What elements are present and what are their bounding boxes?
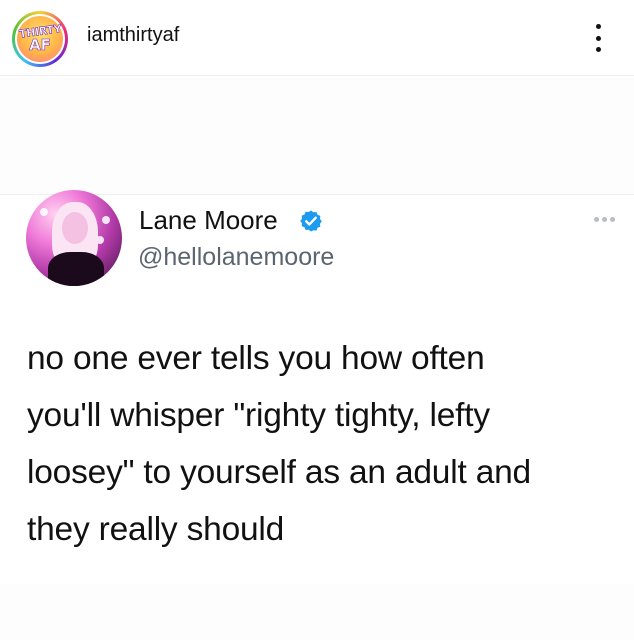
more-dot — [595, 24, 601, 29]
tweet-handle: @hellolanemoore — [138, 243, 335, 271]
account-avatar[interactable]: THIRTY AF — [12, 11, 68, 67]
more-dot — [595, 35, 601, 41]
more-dot — [602, 217, 607, 222]
tweet-display-name: Lane Moore — [139, 205, 278, 235]
account-username[interactable]: iamthirtyaf — [87, 24, 179, 47]
tweet-author-avatar — [26, 190, 122, 286]
thirty-af-logo: THIRTY AF — [17, 16, 63, 62]
verified-badge-icon — [300, 210, 322, 232]
tweet-text: no one ever tells you how often you'll w… — [27, 330, 617, 558]
more-dot — [594, 217, 599, 222]
logo-text-line1: THIRTY — [18, 21, 62, 41]
avatar-face — [62, 212, 88, 244]
more-dot — [610, 217, 615, 222]
logo-text-line2: AF — [29, 35, 51, 54]
avatar-light — [40, 208, 48, 216]
tweet-text-line: they really should — [27, 511, 285, 548]
avatar-inner: THIRTY AF — [15, 14, 65, 64]
tweet-text-line: you'll whisper "righty tighty, lefty — [27, 397, 490, 434]
tweet-text-line: loosey" to yourself as an adult and — [27, 454, 531, 491]
more-vertical-icon[interactable] — [588, 20, 608, 56]
instagram-post: THIRTY AF iamthirtyaf Lane Moore @hellol… — [0, 0, 634, 640]
avatar-dress — [48, 252, 104, 286]
avatar-light — [102, 216, 110, 224]
more-dot — [595, 47, 601, 52]
tweet-text-line: no one ever tells you how often — [27, 340, 485, 377]
more-horizontal-icon — [594, 217, 615, 222]
post-header: THIRTY AF iamthirtyaf — [0, 0, 634, 76]
